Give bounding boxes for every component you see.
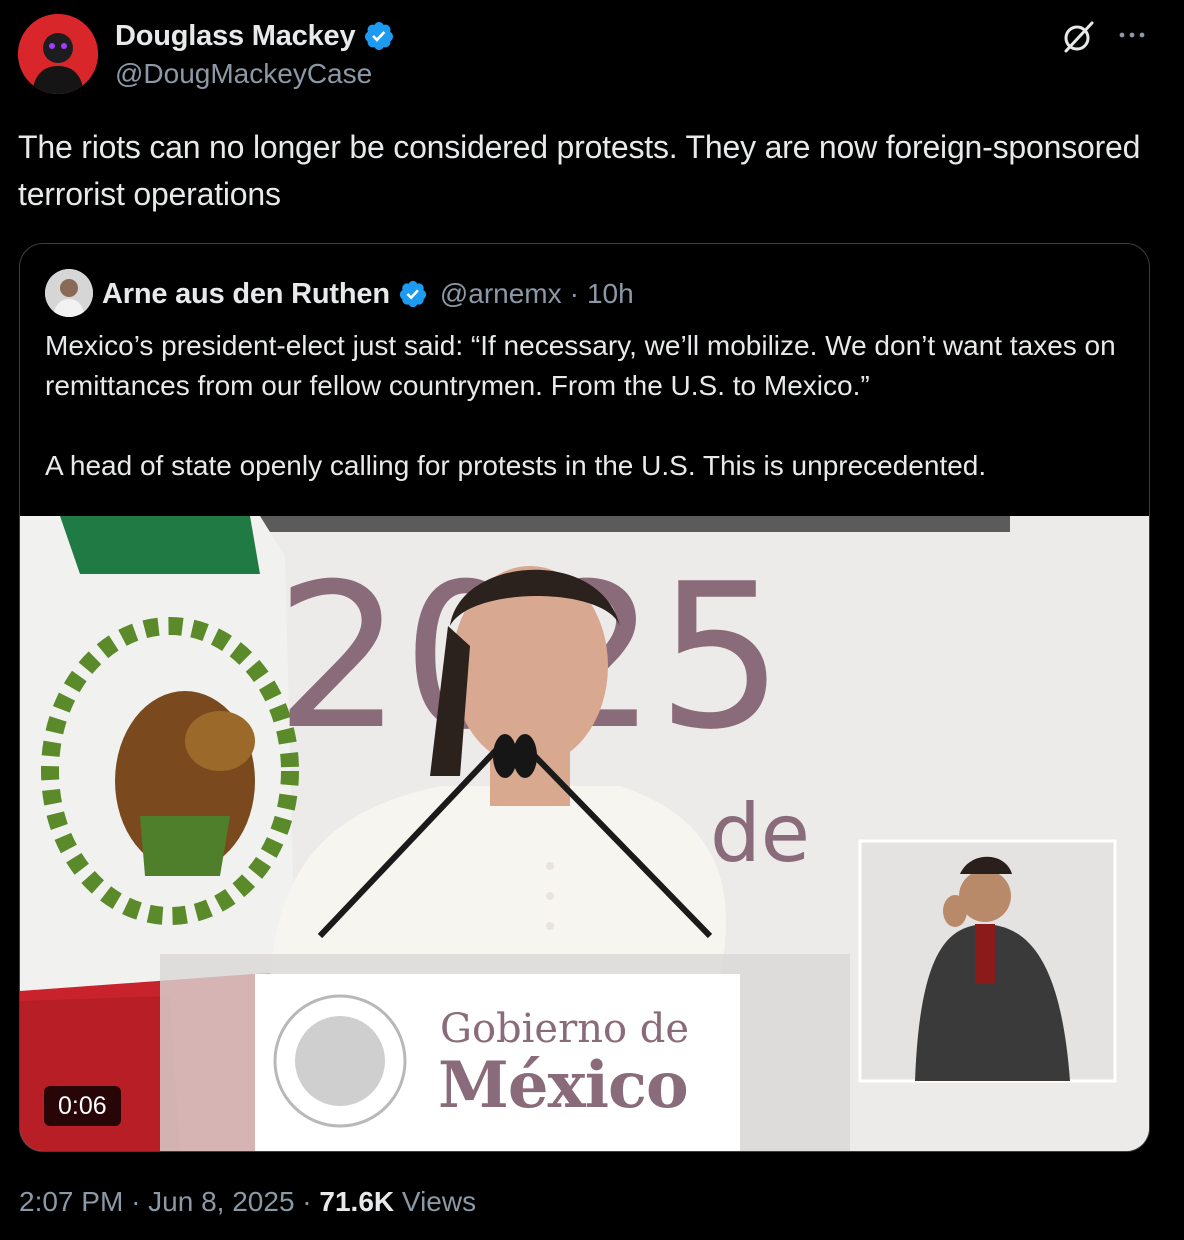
video-player[interactable]: 2025 de bbox=[20, 516, 1149, 1151]
more-dots-icon[interactable] bbox=[1112, 18, 1152, 52]
quoted-author-name[interactable]: Arne aus den Ruthen bbox=[102, 278, 390, 311]
views-count: 71.6K bbox=[319, 1186, 395, 1217]
meta-separator-2: · bbox=[302, 1186, 312, 1217]
podium-sign-line-2: México bbox=[438, 1048, 689, 1123]
quoted-text: Mexico’s president-elect just said: “If … bbox=[45, 326, 1130, 486]
author-name-row: Douglass Mackey bbox=[115, 16, 395, 56]
meta-separator-1: · bbox=[131, 1186, 141, 1217]
quoted-paragraph-2: A head of state openly calling for prote… bbox=[45, 450, 987, 481]
tweet-text: The riots can no longer be considered pr… bbox=[18, 129, 1141, 212]
quoted-author-avatar-image bbox=[45, 269, 93, 317]
quoted-timestamp[interactable]: 10h bbox=[587, 278, 634, 310]
tweet-meta: 2:07 PM · Jun 8, 2025 · 71.6K Views bbox=[19, 1186, 476, 1218]
quoted-verified-badge-icon bbox=[399, 280, 426, 308]
quoted-paragraph-1: Mexico’s president-elect just said: “If … bbox=[45, 330, 1116, 401]
author-avatar[interactable] bbox=[18, 14, 98, 94]
author-avatar-image bbox=[18, 14, 98, 94]
quoted-separator: · bbox=[569, 278, 579, 309]
quoted-author-handle[interactable]: @arnemx bbox=[440, 278, 562, 310]
podium-sign-line-1: Gobierno de bbox=[440, 1006, 690, 1052]
verified-badge-icon bbox=[365, 22, 394, 50]
tweet: Douglass Mackey @DougMackeyCase The riot… bbox=[0, 0, 1184, 1240]
video-duration-badge: 0:06 bbox=[44, 1086, 121, 1126]
post-time[interactable]: 2:07 PM bbox=[19, 1186, 123, 1217]
author-handle[interactable]: @DougMackeyCase bbox=[115, 58, 372, 90]
quoted-author-avatar[interactable] bbox=[45, 269, 93, 317]
backdrop-de: de bbox=[710, 787, 810, 880]
author-name[interactable]: Douglass Mackey bbox=[115, 20, 356, 53]
views-label: Views bbox=[401, 1186, 477, 1217]
quoted-tweet-card[interactable]: Arne aus den Ruthen @arnemx · 10h Mexico… bbox=[19, 243, 1150, 1152]
quoted-header: Arne aus den Ruthen @arnemx · 10h bbox=[102, 274, 634, 314]
post-date[interactable]: Jun 8, 2025 bbox=[148, 1186, 294, 1217]
grok-icon[interactable] bbox=[1060, 18, 1098, 56]
